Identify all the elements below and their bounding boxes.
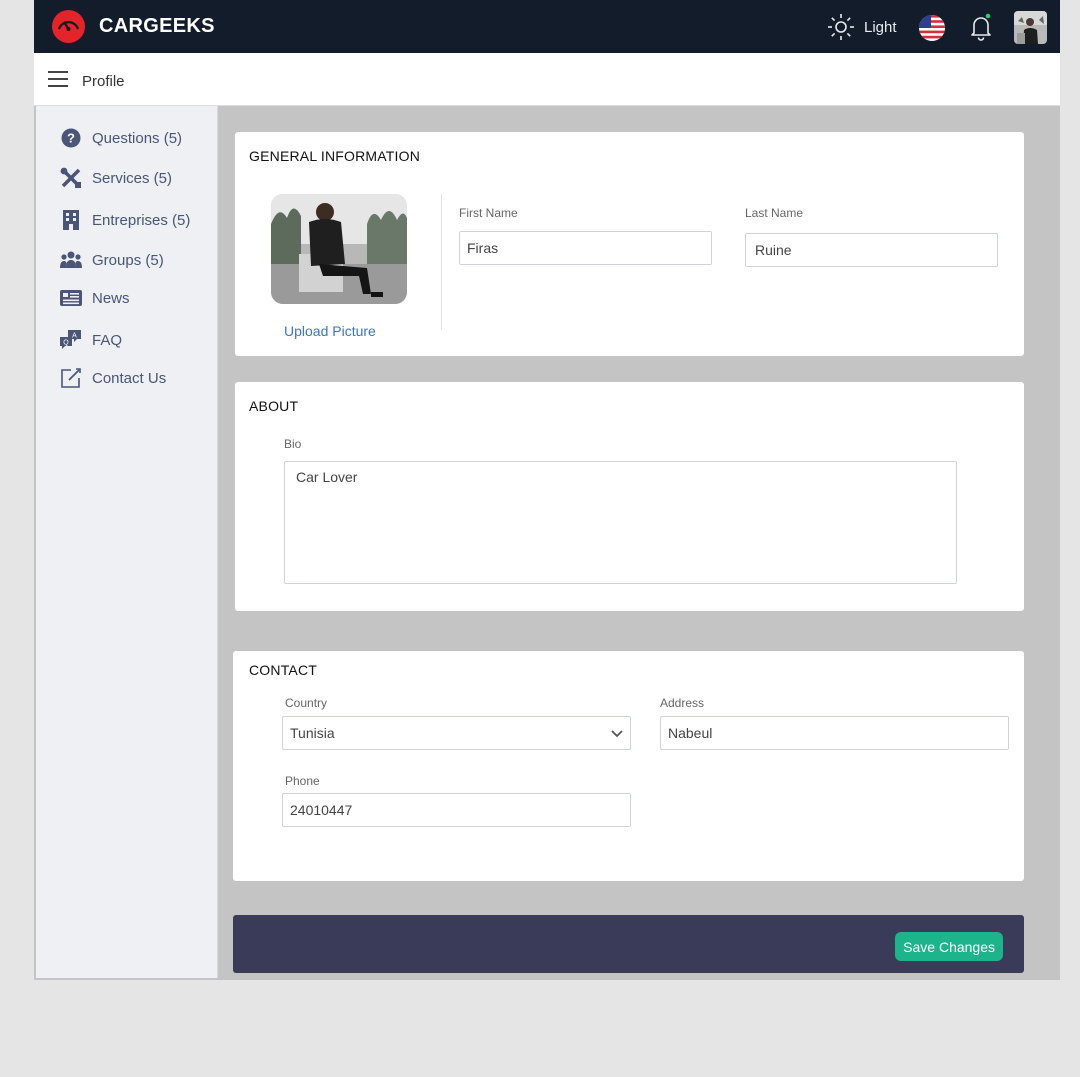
user-avatar[interactable]: [1014, 11, 1047, 44]
newspaper-icon: [60, 287, 82, 309]
first-name-field[interactable]: Firas: [459, 231, 712, 265]
upload-picture-link[interactable]: Upload Picture: [284, 323, 376, 339]
sidebar: ? Questions (5) Services (5) Entreprises…: [36, 106, 218, 978]
svg-text:Q: Q: [63, 340, 69, 347]
app-root: CARGEEKS Light Profile ? Questions (5) S…: [34, 0, 1060, 980]
svg-text:?: ?: [67, 131, 75, 146]
hamburger-menu-icon[interactable]: [48, 71, 68, 88]
sun-icon: [828, 14, 854, 40]
sidebar-item-label: Contact Us: [92, 369, 167, 387]
faq-chat-icon: AQ: [60, 329, 82, 351]
notification-bell-icon[interactable]: [967, 12, 995, 42]
sidebar-item-news[interactable]: News: [60, 286, 130, 310]
card-title: GENERAL INFORMATION: [249, 148, 421, 164]
last-name-field[interactable]: Ruine: [745, 233, 998, 267]
about-card: ABOUT Bio Car Lover: [235, 382, 1024, 611]
bio-textarea[interactable]: Car Lover: [284, 461, 957, 584]
phone-field[interactable]: 24010447: [282, 793, 631, 827]
phone-label: Phone: [285, 774, 320, 788]
chevron-down-icon: [611, 730, 623, 738]
sidebar-item-groups[interactable]: Groups (5): [60, 248, 164, 272]
sidebar-item-label: Services (5): [92, 169, 173, 187]
address-field[interactable]: Nabeul: [660, 716, 1009, 750]
general-information-card: GENERAL INFORMATION Upload Picture First…: [235, 132, 1024, 356]
theme-label: Light: [864, 18, 897, 36]
cargeeks-logo-icon[interactable]: [52, 10, 85, 43]
last-name-label: Last Name: [745, 206, 804, 220]
bio-label: Bio: [284, 437, 302, 451]
brand-name: CARGEEKS: [99, 15, 215, 37]
country-select[interactable]: Tunisia: [282, 716, 631, 750]
question-circle-icon: ?: [60, 127, 82, 149]
sidebar-item-label: Groups (5): [92, 251, 164, 269]
sidebar-item-faq[interactable]: AQ FAQ: [60, 328, 122, 352]
sidebar-item-questions[interactable]: ? Questions (5): [60, 126, 182, 150]
edit-square-icon: [60, 367, 82, 389]
country-selected-value: Tunisia: [290, 725, 335, 741]
sidebar-item-services[interactable]: Services (5): [60, 166, 172, 190]
card-title: ABOUT: [249, 398, 299, 414]
svg-text:A: A: [72, 333, 77, 340]
sidebar-item-entreprises[interactable]: Entreprises (5): [60, 208, 190, 232]
sidebar-item-label: Entreprises (5): [92, 211, 191, 229]
us-flag-icon[interactable]: [919, 15, 945, 41]
sidebar-item-label: Questions (5): [92, 129, 183, 147]
address-label: Address: [660, 696, 705, 710]
breadcrumb: Profile: [82, 73, 125, 90]
sidebar-item-contact[interactable]: Contact Us: [60, 366, 166, 390]
action-bar: Save Changes: [233, 915, 1024, 973]
users-icon: [60, 249, 82, 271]
building-icon: [60, 209, 82, 231]
sidebar-item-label: FAQ: [92, 331, 123, 349]
tools-icon: [60, 167, 82, 189]
sidebar-item-label: News: [92, 289, 130, 307]
first-name-label: First Name: [459, 206, 518, 220]
country-label: Country: [285, 696, 328, 710]
save-changes-button[interactable]: Save Changes: [895, 932, 1003, 961]
top-navbar: CARGEEKS Light: [34, 0, 1060, 53]
divider: [441, 194, 442, 330]
card-title: CONTACT: [249, 662, 318, 678]
contact-card: CONTACT Country Tunisia Address Nabeul P…: [233, 651, 1024, 881]
theme-toggle[interactable]: Light: [826, 12, 897, 42]
page-header: Profile: [34, 53, 1060, 106]
profile-picture: [271, 194, 407, 304]
